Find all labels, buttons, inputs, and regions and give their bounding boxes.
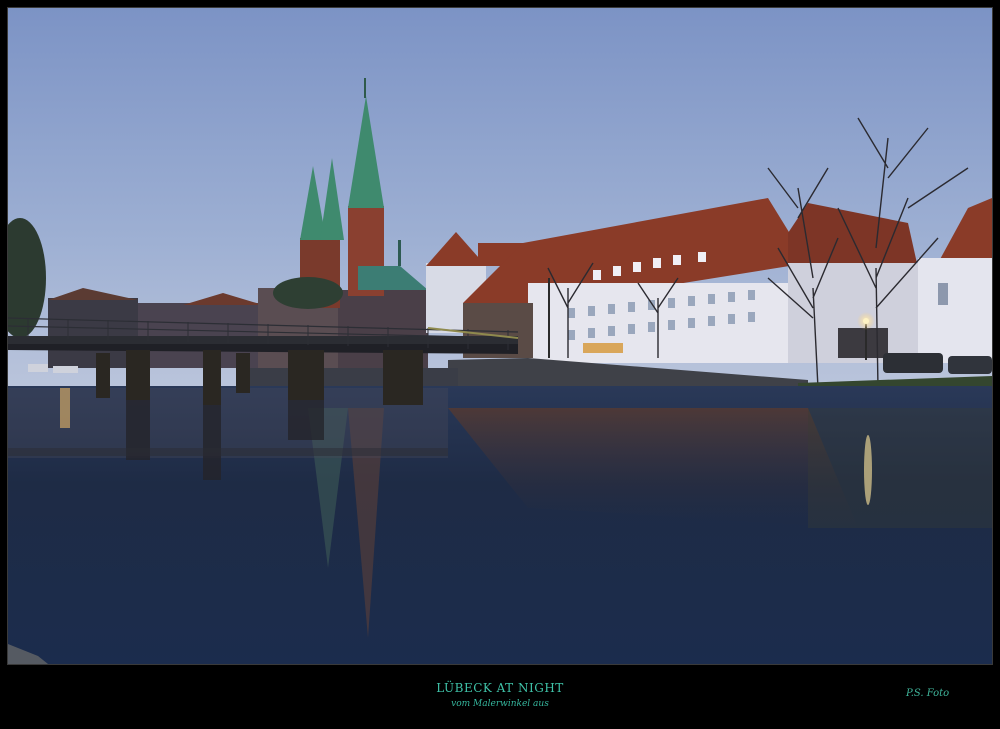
- photograph: [7, 7, 993, 665]
- tree-cluster: [273, 277, 343, 309]
- quay: [248, 368, 458, 388]
- photographer-signature: P.S. Foto: [906, 688, 950, 699]
- lubeck-riverside-scene: [8, 8, 992, 664]
- caption-title: LÜBECK AT NIGHT: [436, 681, 564, 695]
- right-buildings: [788, 198, 992, 363]
- photo-frame: [0, 0, 1000, 729]
- parked-cars: [883, 353, 992, 374]
- caption-subtitle: vom Malerwinkel aus: [451, 699, 549, 709]
